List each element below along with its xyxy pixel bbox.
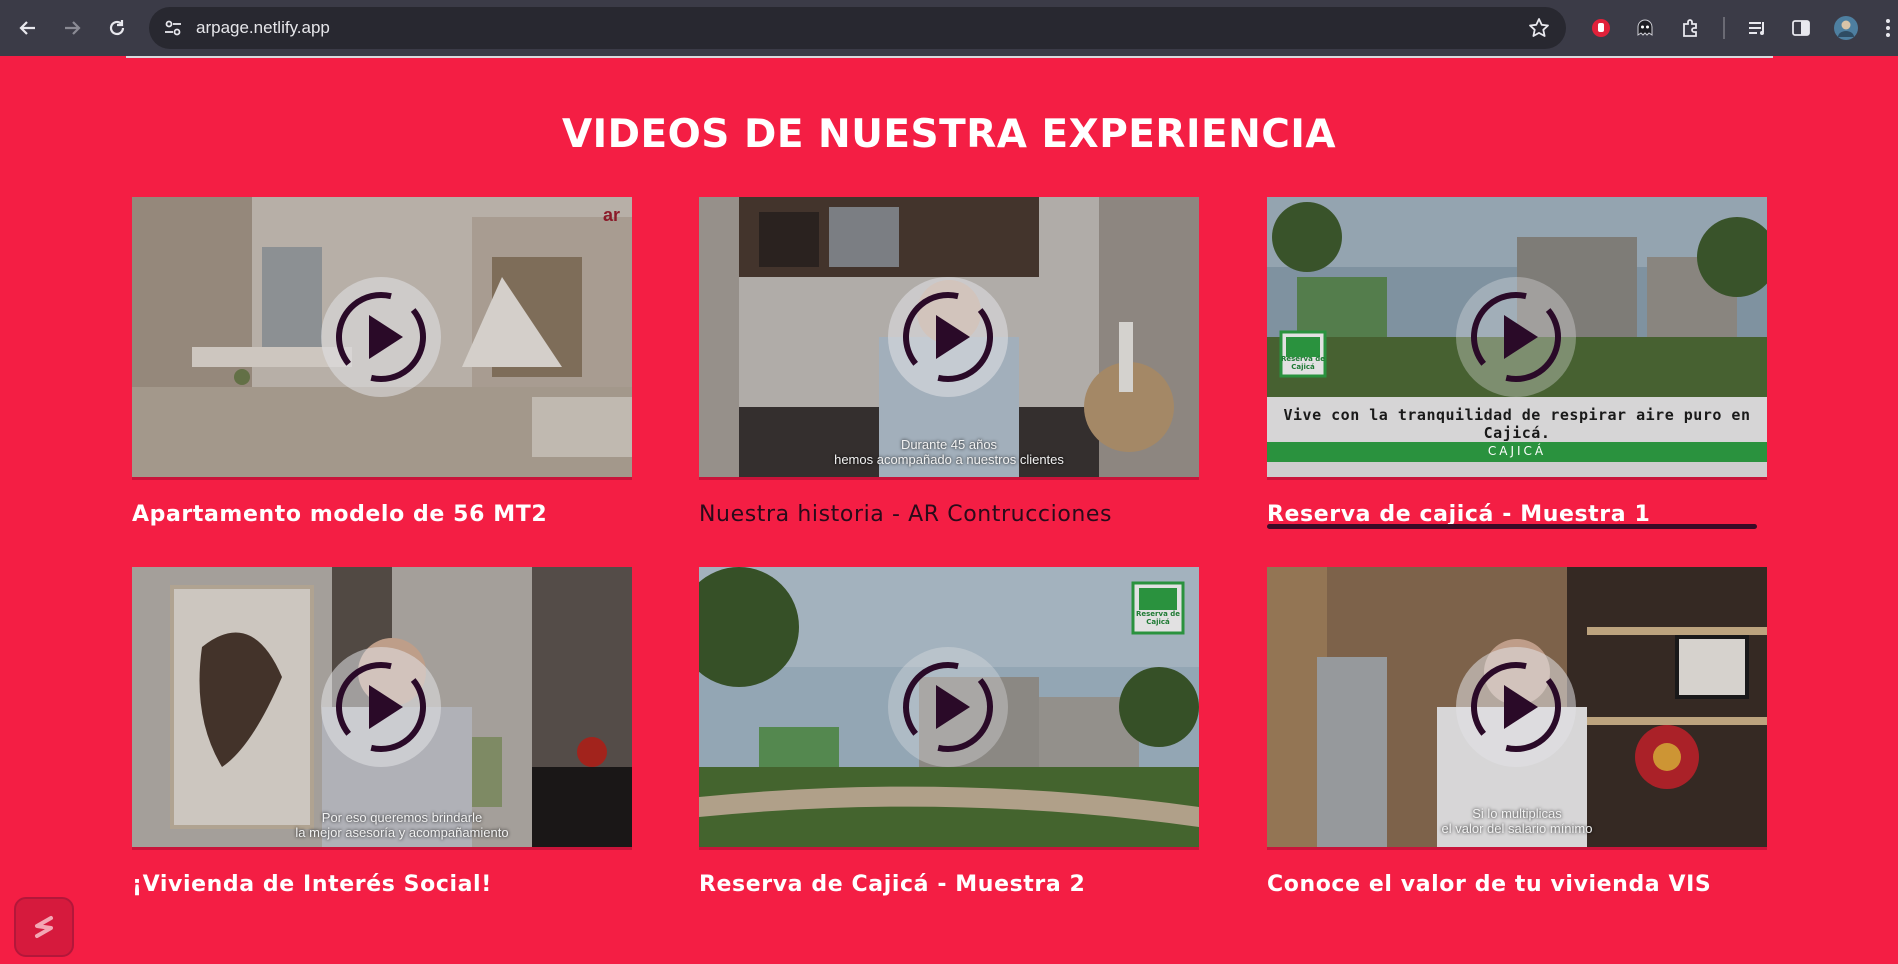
video-card-4[interactable]: Por eso queremos brindarle la mejor ases… bbox=[132, 567, 632, 897]
forward-arrow-icon[interactable] bbox=[56, 12, 88, 44]
reading-list-icon[interactable] bbox=[1741, 12, 1773, 44]
play-icon[interactable] bbox=[1454, 275, 1578, 399]
subtitle-line-2: el valor del salario mínimo bbox=[1441, 821, 1593, 836]
reload-icon[interactable] bbox=[101, 12, 133, 44]
more-vert-icon[interactable] bbox=[1872, 12, 1898, 44]
video-thumbnail[interactable]: Vive con la tranquilidad de respirar air… bbox=[1267, 197, 1767, 480]
puzzle-extensions-icon[interactable] bbox=[1675, 12, 1707, 44]
video-thumbnail[interactable]: Reserva de Cajicá bbox=[699, 567, 1199, 850]
video-card-1[interactable]: ar Apartamento modelo de 56 MT2 bbox=[132, 197, 632, 527]
video-title[interactable]: Apartamento modelo de 56 MT2 bbox=[132, 502, 632, 527]
toolbar-divider bbox=[1723, 17, 1725, 39]
banner-text: Vive con la tranquilidad de respirar air… bbox=[1283, 406, 1751, 442]
subtitle-line-2: hemos acompañado a nuestros clientes bbox=[834, 452, 1064, 467]
subtitle-line-2: la mejor asesoría y acompañamiento bbox=[295, 825, 509, 840]
floating-s-logo-button[interactable] bbox=[14, 897, 74, 957]
video-title[interactable]: ¡Vivienda de Interés Social! bbox=[132, 872, 632, 897]
play-icon[interactable] bbox=[886, 645, 1010, 769]
side-panel-icon[interactable] bbox=[1785, 12, 1817, 44]
video-card-5[interactable]: Reserva de Cajicá Reserva de Cajicá - Mue… bbox=[699, 567, 1199, 897]
address-bar[interactable]: arpage.netlify.app bbox=[149, 7, 1566, 49]
bookmark-star-icon[interactable] bbox=[1528, 17, 1550, 43]
play-icon[interactable] bbox=[319, 275, 443, 399]
video-thumbnail[interactable]: ar bbox=[132, 197, 632, 480]
ar-logo: ar bbox=[602, 205, 620, 225]
stop-hand-extension-icon[interactable] bbox=[1585, 12, 1617, 44]
back-arrow-icon[interactable] bbox=[12, 12, 44, 44]
video-title[interactable]: Conoce el valor de tu vivienda VIS bbox=[1267, 872, 1767, 897]
video-thumbnail[interactable]: Por eso queremos brindarle la mejor ases… bbox=[132, 567, 632, 850]
ghost-extension-icon[interactable] bbox=[1629, 12, 1661, 44]
subtitle-line-1: Por eso queremos brindarle bbox=[321, 810, 483, 825]
section-heading: VIDEOS DE NUESTRA EXPERIENCIA bbox=[561, 112, 1337, 157]
play-icon[interactable] bbox=[1454, 645, 1578, 769]
video-thumbnail[interactable]: Durante 45 años hemos acompañado a nuest… bbox=[699, 197, 1199, 480]
video-title[interactable]: Nuestra historia - AR Contrucciones bbox=[699, 502, 1199, 527]
profile-avatar-icon[interactable] bbox=[1830, 12, 1862, 44]
header-divider bbox=[126, 56, 1773, 58]
reserva-badge: Reserva de Cajicá bbox=[1281, 355, 1325, 371]
site-info-icon[interactable] bbox=[163, 18, 183, 42]
video-title[interactable]: Reserva de Cajicá - Muestra 2 bbox=[699, 872, 1199, 897]
play-icon[interactable] bbox=[886, 275, 1010, 399]
browser-toolbar: arpage.netlify.app bbox=[0, 0, 1898, 56]
subtitle-line-1: Durante 45 años bbox=[900, 437, 998, 452]
video-card-2[interactable]: Durante 45 años hemos acompañado a nuest… bbox=[699, 197, 1199, 527]
video-card-3[interactable]: Vive con la tranquilidad de respirar air… bbox=[1267, 197, 1767, 529]
video-card-6[interactable]: Si lo multiplicas el valor del salario m… bbox=[1267, 567, 1767, 897]
reserva-badge: Reserva de Cajicá bbox=[1136, 610, 1180, 626]
subtitle-line-1: Si lo multiplicas bbox=[1472, 806, 1562, 821]
play-icon[interactable] bbox=[319, 645, 443, 769]
url-text[interactable]: arpage.netlify.app bbox=[196, 18, 330, 38]
video-thumbnail[interactable]: Si lo multiplicas el valor del salario m… bbox=[1267, 567, 1767, 850]
s-logo-icon bbox=[35, 916, 53, 938]
active-underline bbox=[1267, 524, 1757, 529]
banner-subtext: CAJICÁ bbox=[1487, 444, 1547, 458]
